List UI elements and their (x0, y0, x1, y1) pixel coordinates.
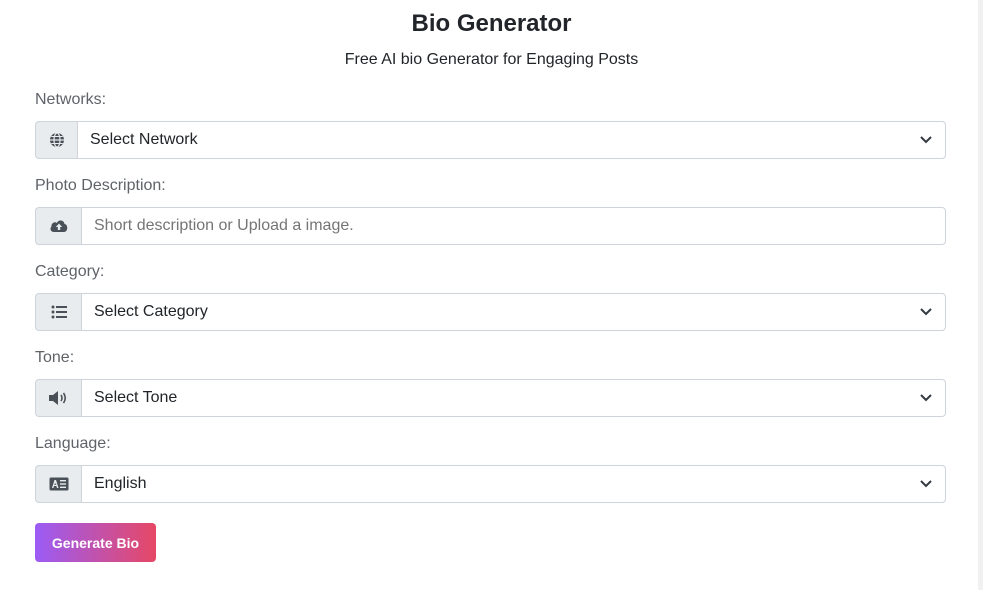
language-select-value: English (94, 475, 147, 492)
language-label: Language: (35, 435, 111, 452)
chevron-down-icon (920, 308, 932, 316)
language-group: English (35, 465, 946, 503)
generate-bio-button[interactable]: Generate Bio (35, 523, 156, 562)
page-subtitle: Free AI bio Generator for Engaging Posts (344, 51, 639, 68)
page-title: Bio Generator (411, 10, 572, 37)
chevron-down-icon (920, 480, 932, 488)
photo-description-input[interactable] (81, 207, 946, 245)
network-select-value: Select Network (90, 131, 198, 148)
language-select[interactable]: English (81, 465, 946, 503)
category-select-value: Select Category (94, 303, 208, 320)
tone-label: Tone: (35, 349, 75, 366)
globe-icon (35, 121, 77, 159)
chevron-down-icon (920, 136, 932, 144)
photo-description-group (35, 207, 946, 245)
translate-icon (35, 465, 81, 503)
photo-description-label: Photo Description: (35, 177, 166, 194)
tone-select-value: Select Tone (94, 389, 178, 406)
network-select[interactable]: Select Network (77, 121, 946, 159)
category-select[interactable]: Select Category (81, 293, 946, 331)
category-group: Select Category (35, 293, 946, 331)
page-scroll-edge (978, 0, 983, 590)
tone-group: Select Tone (35, 379, 946, 417)
chevron-down-icon (920, 394, 932, 402)
tone-select[interactable]: Select Tone (81, 379, 946, 417)
volume-icon (35, 379, 81, 417)
cloud-upload-icon[interactable] (35, 207, 81, 245)
list-icon (35, 293, 81, 331)
category-label: Category: (35, 263, 105, 280)
network-label: Networks: (35, 91, 107, 108)
network-group: Select Network (35, 121, 946, 159)
